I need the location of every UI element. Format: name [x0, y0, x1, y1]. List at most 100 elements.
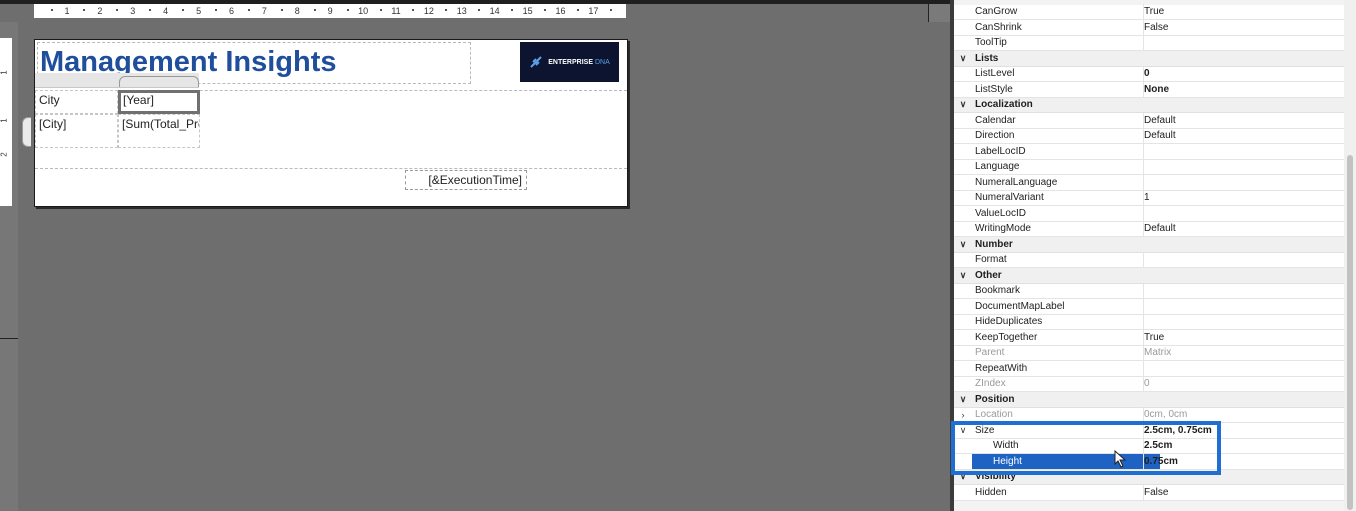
- category-position[interactable]: ∨ Position: [954, 392, 1344, 408]
- ruler-tick-mark: [182, 9, 185, 11]
- property-value[interactable]: Default: [1143, 221, 1344, 237]
- property-name: Parent: [975, 347, 1005, 359]
- ruler-tick-mark: [215, 9, 217, 11]
- property-value[interactable]: [1143, 205, 1344, 221]
- ruler-tick-label: 7: [261, 6, 267, 16]
- property-row-keeptogether[interactable]: KeepTogether True: [954, 329, 1344, 346]
- chevron-down-icon[interactable]: ∨: [958, 239, 968, 250]
- category-label: Position: [975, 393, 1015, 405]
- property-value[interactable]: Default: [1143, 128, 1344, 144]
- ruler-tick-mark: [412, 9, 415, 11]
- property-row-hidden[interactable]: Hidden False: [954, 484, 1344, 501]
- category-localization[interactable]: ∨ Localization: [954, 97, 1344, 113]
- property-name: DocumentMapLabel: [975, 300, 1065, 312]
- property-name: Direction: [975, 130, 1015, 142]
- category-label: Number: [975, 238, 1013, 250]
- execution-time-textbox[interactable]: [&ExecutionTime]: [405, 170, 527, 190]
- property-value[interactable]: True: [1143, 4, 1344, 20]
- property-value[interactable]: [1143, 298, 1344, 314]
- property-value[interactable]: 0cm, 0cm: [1143, 407, 1344, 423]
- property-row-canshrink[interactable]: CanShrink False: [954, 19, 1344, 36]
- category-other[interactable]: ∨ Other: [954, 268, 1344, 284]
- property-row-repeatwith[interactable]: RepeatWith: [954, 360, 1344, 377]
- ruler-tick-mark: [313, 9, 316, 11]
- property-value[interactable]: 0: [1143, 376, 1344, 392]
- chevron-down-icon[interactable]: ∨: [958, 270, 968, 281]
- property-value[interactable]: [1143, 143, 1344, 159]
- property-name: NumeralLanguage: [975, 176, 1058, 188]
- property-row-liststyle[interactable]: ListStyle None: [954, 81, 1344, 98]
- property-row-bookmark[interactable]: Bookmark: [954, 283, 1344, 299]
- enterprise-dna-logo[interactable]: ENTERPRISE DNA: [520, 42, 619, 82]
- property-value[interactable]: [1143, 159, 1344, 175]
- property-row-tooltip[interactable]: ToolTip: [954, 35, 1344, 51]
- property-row-parent[interactable]: Parent Matrix: [954, 345, 1344, 361]
- report-designer-canvas[interactable]: 1 2 3 4 5 6 7 8 9 10 11 12 13 14 15 16 17 112 Management…: [0, 0, 952, 511]
- property-value[interactable]: 1: [1143, 190, 1344, 206]
- property-name: Format: [975, 254, 1007, 266]
- property-value[interactable]: [1143, 314, 1344, 330]
- property-value[interactable]: [1143, 360, 1344, 376]
- property-row-documentmaplabel[interactable]: DocumentMapLabel: [954, 298, 1344, 315]
- property-row-calendar[interactable]: Calendar Default: [954, 112, 1344, 129]
- category-lists[interactable]: ∨ Lists: [954, 51, 1344, 67]
- report-body[interactable]: Management Insights ENTERPRISE DNA City …: [34, 39, 628, 207]
- ruler-tick-label: 11: [391, 6, 401, 16]
- property-row-valuelocid[interactable]: ValueLocID: [954, 205, 1344, 222]
- property-value[interactable]: Default: [1143, 112, 1344, 128]
- chevron-right-icon[interactable]: ›: [958, 410, 968, 420]
- ruler-tick-mark: [83, 9, 86, 11]
- vertical-ruler-label: 2: [0, 152, 9, 157]
- property-row-zindex[interactable]: ZIndex 0: [954, 376, 1344, 392]
- matrix-cell-city-header[interactable]: City: [35, 90, 118, 114]
- matrix-cell-city-field[interactable]: [City]: [35, 114, 118, 148]
- ruler-tick-mark: [478, 9, 481, 11]
- property-name: Hidden: [975, 486, 1007, 498]
- property-value[interactable]: Matrix: [1143, 345, 1344, 361]
- row-group-handle[interactable]: [22, 117, 31, 147]
- ruler-tick-mark: [379, 9, 382, 11]
- property-row-language[interactable]: Language: [954, 159, 1344, 175]
- ruler-tick-label: 6: [228, 6, 235, 16]
- property-value[interactable]: 0: [1143, 66, 1344, 82]
- ruler-tick-label: 16: [555, 6, 566, 16]
- property-row-writingmode[interactable]: WritingMode Default: [954, 221, 1344, 237]
- property-value[interactable]: True: [1143, 329, 1344, 345]
- chevron-down-icon[interactable]: ∨: [958, 99, 968, 110]
- property-value[interactable]: False: [1143, 19, 1344, 35]
- property-value[interactable]: None: [1143, 81, 1344, 97]
- matrix-cell-year-header[interactable]: [Year]: [118, 90, 200, 114]
- property-row-labellocid[interactable]: LabelLocID: [954, 143, 1344, 160]
- property-row-direction[interactable]: Direction Default: [954, 128, 1344, 144]
- property-name: Location: [975, 409, 1013, 421]
- property-row-numeralvariant[interactable]: NumeralVariant 1: [954, 190, 1344, 206]
- property-name: ValueLocID: [975, 207, 1026, 219]
- properties-scrollbar-thumb[interactable]: [1347, 155, 1353, 510]
- property-row-hideduplicates[interactable]: HideDuplicates: [954, 314, 1344, 330]
- property-row-cangrow[interactable]: CanGrow True: [954, 4, 1344, 20]
- matrix-cell-sum-field[interactable]: [Sum(Total_Pro: [118, 114, 200, 148]
- property-value[interactable]: [1143, 283, 1344, 299]
- ruler-tick-label: 8: [294, 6, 300, 16]
- property-row-listlevel[interactable]: ListLevel 0: [954, 66, 1344, 82]
- property-name: NumeralVariant: [975, 192, 1044, 204]
- property-name: CanGrow: [975, 6, 1018, 18]
- chevron-down-icon[interactable]: ∨: [958, 53, 968, 64]
- panel-divider: [0, 338, 18, 339]
- column-group-handle[interactable]: [119, 76, 199, 87]
- property-row-format[interactable]: Format: [954, 252, 1344, 268]
- property-value[interactable]: [1143, 174, 1344, 190]
- property-row-numerallanguage[interactable]: NumeralLanguage: [954, 174, 1344, 191]
- category-number[interactable]: ∨ Number: [954, 237, 1344, 253]
- property-name: ZIndex: [975, 378, 1006, 390]
- ruler-tick-mark: [50, 9, 53, 11]
- property-name: ToolTip: [975, 37, 1007, 49]
- property-value[interactable]: False: [1143, 484, 1344, 500]
- property-value[interactable]: [1143, 35, 1344, 51]
- property-value[interactable]: [1143, 252, 1344, 268]
- chevron-down-icon[interactable]: ∨: [958, 394, 968, 405]
- footer-separator: [35, 168, 627, 169]
- ruler-tick-label: 17: [588, 6, 599, 16]
- category-label: Lists: [975, 52, 999, 64]
- ruler-tick-label: 4: [163, 6, 169, 16]
